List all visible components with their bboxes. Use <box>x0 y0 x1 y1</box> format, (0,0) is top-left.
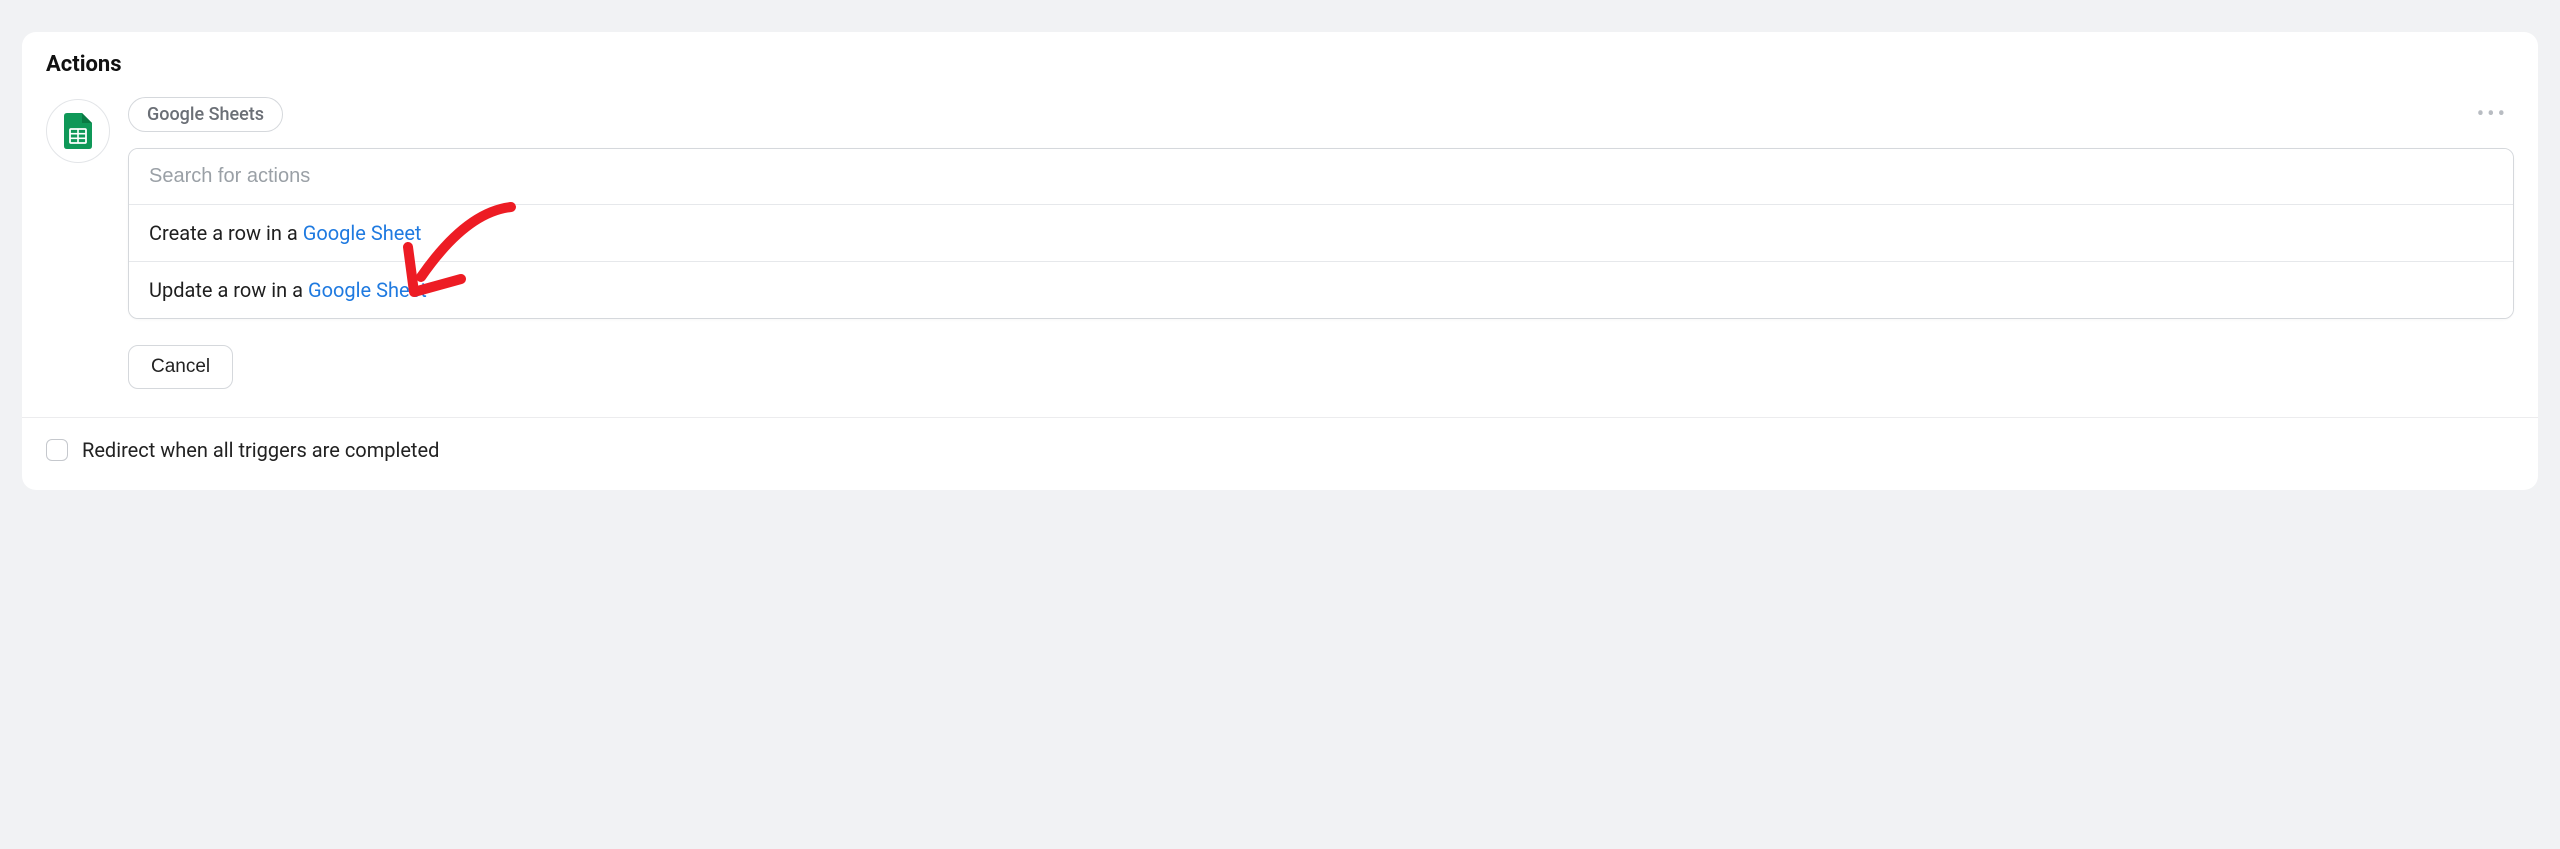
integration-icon-container <box>46 99 110 163</box>
action-body: Google Sheets ••• Create a row in a Goog… <box>128 97 2514 389</box>
option-prefix: Create a row in a <box>149 221 303 245</box>
redirect-row: Redirect when all triggers are completed <box>46 438 2514 466</box>
action-option-create-row[interactable]: Create a row in a Google Sheet <box>129 204 2513 261</box>
google-sheets-icon <box>64 113 92 149</box>
redirect-checkbox[interactable] <box>46 439 68 461</box>
integration-chip[interactable]: Google Sheets <box>128 97 283 132</box>
option-prefix: Update a row in a <box>149 278 308 302</box>
redirect-label: Redirect when all triggers are completed <box>82 438 439 462</box>
option-link: Google Sheet <box>303 221 422 245</box>
chip-row: Google Sheets ••• <box>128 97 2514 132</box>
action-option-update-row[interactable]: Update a row in a Google Sheet <box>129 261 2513 318</box>
more-options-icon[interactable]: ••• <box>2471 98 2514 131</box>
option-link: Google Sheet <box>308 278 427 302</box>
search-actions-input[interactable] <box>129 149 2513 204</box>
actions-panel: Actions Google Sheets ••• Create a row i… <box>22 32 2538 490</box>
cancel-button[interactable]: Cancel <box>128 345 233 389</box>
action-config-row: Google Sheets ••• Create a row in a Goog… <box>46 97 2514 389</box>
section-divider <box>22 417 2538 418</box>
action-search-dropdown: Create a row in a Google Sheet Update a … <box>128 148 2514 319</box>
panel-title: Actions <box>46 52 2514 77</box>
